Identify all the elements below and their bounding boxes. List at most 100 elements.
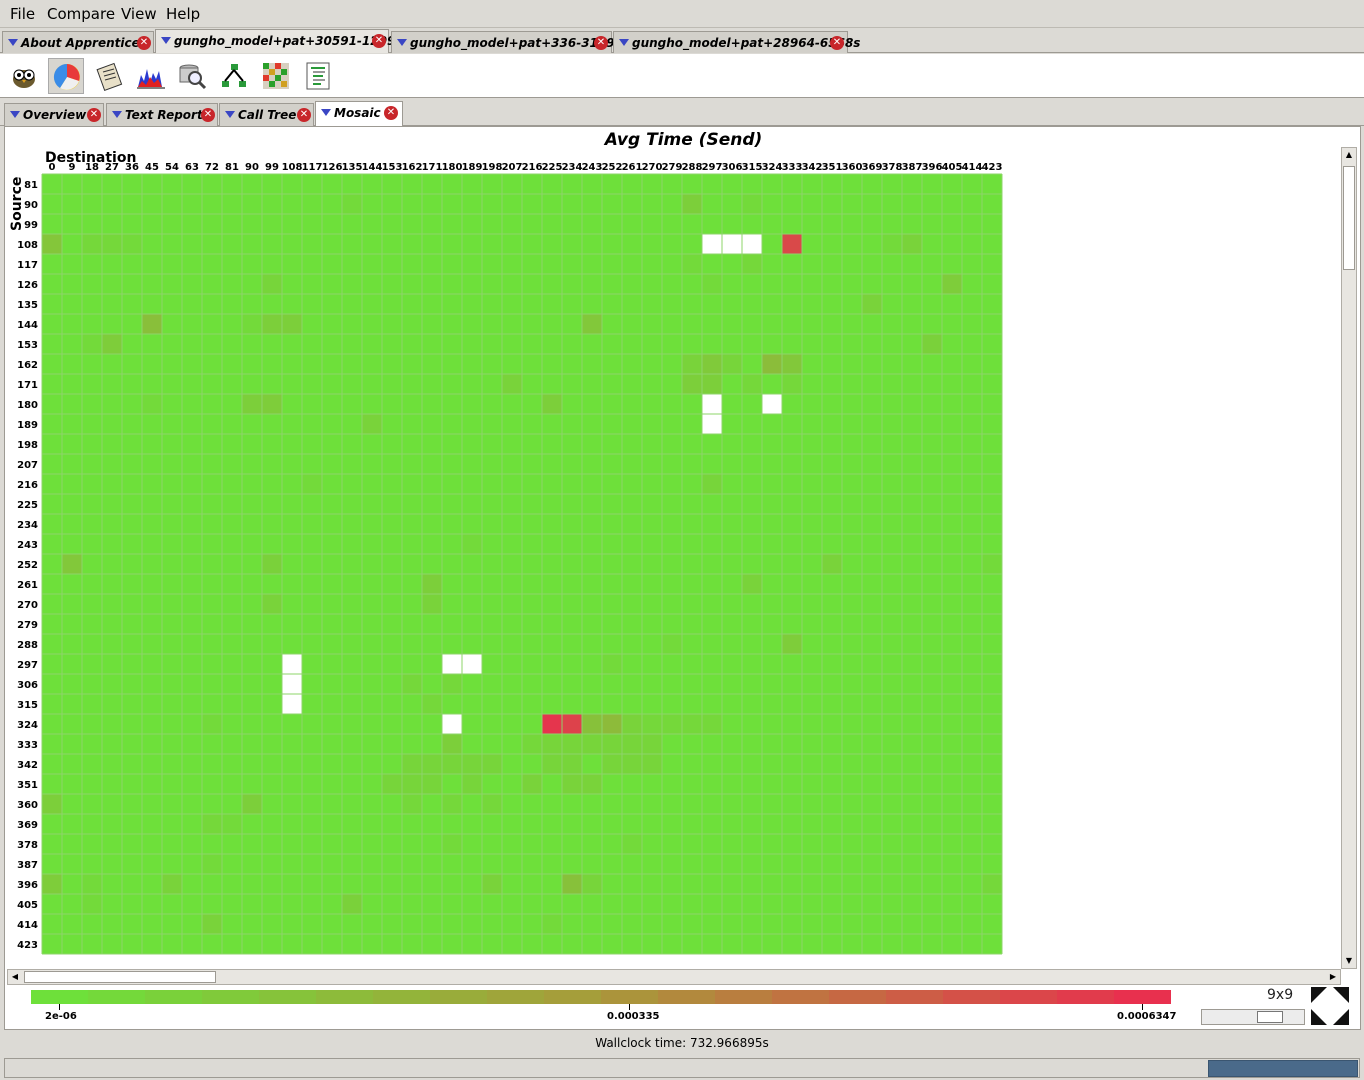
mosaic-cell[interactable]: [282, 654, 302, 674]
mosaic-cell[interactable]: [702, 474, 722, 494]
pie-chart-icon[interactable]: [48, 58, 84, 94]
scroll-left-arrow-icon[interactable]: ◀: [8, 970, 22, 984]
mosaic-cell[interactable]: [162, 874, 182, 894]
mosaic-cell[interactable]: [342, 894, 362, 914]
mosaic-cell[interactable]: [582, 734, 602, 754]
tab-menu-triangle-icon[interactable]: [8, 39, 18, 46]
mosaic-cell[interactable]: [722, 354, 742, 374]
mosaic-cell[interactable]: [562, 774, 582, 794]
mosaic-cell[interactable]: [202, 854, 222, 874]
database-search-icon[interactable]: [174, 58, 210, 94]
mosaic-cell[interactable]: [102, 234, 122, 254]
clipboard-icon[interactable]: [91, 58, 127, 94]
mosaic-cell[interactable]: [422, 694, 442, 714]
mosaic-cell[interactable]: [482, 874, 502, 894]
mosaic-cell[interactable]: [442, 714, 462, 734]
mosaic-cell[interactable]: [542, 714, 562, 734]
mosaic-cell[interactable]: [242, 794, 262, 814]
mosaic-cell[interactable]: [402, 774, 422, 794]
mosaic-cell[interactable]: [602, 734, 622, 754]
mosaic-cell[interactable]: [422, 594, 442, 614]
scroll-right-arrow-icon[interactable]: ▶: [1326, 970, 1340, 984]
mosaic-cell[interactable]: [982, 874, 1002, 894]
mosaic-cell[interactable]: [702, 354, 722, 374]
mosaic-cell[interactable]: [542, 914, 562, 934]
mosaic-cell[interactable]: [282, 314, 302, 334]
mosaic-cell[interactable]: [142, 314, 162, 334]
mosaic-cell[interactable]: [542, 394, 562, 414]
mosaic-cell[interactable]: [742, 234, 762, 254]
fit-to-window-icon[interactable]: [1309, 985, 1351, 1027]
mosaic-cell[interactable]: [742, 194, 762, 214]
mosaic-cell[interactable]: [402, 754, 422, 774]
mosaic-cell[interactable]: [622, 754, 642, 774]
mosaic-cell[interactable]: [222, 814, 242, 834]
mosaic-cell[interactable]: [442, 754, 462, 774]
mosaic-cell[interactable]: [462, 534, 482, 554]
mosaic-cell[interactable]: [922, 334, 942, 354]
tab-menu-triangle-icon[interactable]: [619, 39, 629, 46]
mosaic-cell[interactable]: [82, 894, 102, 914]
mosaic-cell[interactable]: [702, 234, 722, 254]
mosaic-cell[interactable]: [682, 194, 702, 214]
mosaic-cell[interactable]: [582, 314, 602, 334]
menu-file[interactable]: File: [10, 5, 35, 23]
mosaic-cell[interactable]: [602, 654, 622, 674]
mosaic-cell[interactable]: [562, 734, 582, 754]
mosaic-cell[interactable]: [782, 634, 802, 654]
close-icon[interactable]: ✕: [384, 106, 398, 120]
mosaic-cell[interactable]: [822, 554, 842, 574]
mosaic-cell[interactable]: [282, 674, 302, 694]
mosaic-cell[interactable]: [502, 374, 522, 394]
mosaic-cell[interactable]: [862, 294, 882, 314]
mosaic-cell[interactable]: [482, 794, 502, 814]
tab-menu-triangle-icon[interactable]: [397, 39, 407, 46]
horizontal-scrollbar[interactable]: ◀ ▶: [7, 969, 1341, 985]
scroll-up-arrow-icon[interactable]: ▲: [1342, 148, 1356, 162]
mosaic-cell[interactable]: [42, 234, 62, 254]
mosaic-cell[interactable]: [742, 374, 762, 394]
mosaic-cell[interactable]: [102, 334, 122, 354]
mosaic-cell[interactable]: [722, 234, 742, 254]
close-icon[interactable]: ✕: [201, 108, 215, 122]
mosaic-cell[interactable]: [902, 234, 922, 254]
mosaic-cell[interactable]: [442, 674, 462, 694]
mosaic-cell[interactable]: [522, 734, 542, 754]
zoom-slider[interactable]: [1201, 1009, 1305, 1025]
menu-compare[interactable]: Compare: [47, 5, 115, 23]
mosaic-cell[interactable]: [242, 314, 262, 334]
mosaic-cell[interactable]: [142, 394, 162, 414]
mosaic-cell[interactable]: [582, 874, 602, 894]
tab-about-apprentice2[interactable]: About Apprentice2 ✕: [2, 31, 154, 53]
mosaic-cell[interactable]: [382, 774, 402, 794]
mosaic-cell[interactable]: [762, 394, 782, 414]
tab-menu-triangle-icon[interactable]: [10, 111, 20, 118]
mosaic-cell[interactable]: [422, 754, 442, 774]
mosaic-cell[interactable]: [402, 794, 422, 814]
tab-menu-triangle-icon[interactable]: [161, 37, 171, 44]
call-tree-icon[interactable]: [216, 58, 252, 94]
mosaic-icon[interactable]: [258, 58, 294, 94]
mosaic-cell[interactable]: [682, 254, 702, 274]
tab-menu-triangle-icon[interactable]: [112, 111, 122, 118]
mosaic-cell[interactable]: [682, 374, 702, 394]
mosaic-cell[interactable]: [762, 354, 782, 374]
histogram-icon[interactable]: [133, 58, 169, 94]
mosaic-cell[interactable]: [302, 474, 322, 494]
menu-view[interactable]: View: [121, 5, 157, 23]
mosaic-cell[interactable]: [642, 734, 662, 754]
tab-text-report[interactable]: Text Report ✕: [106, 103, 218, 126]
scroll-down-arrow-icon[interactable]: ▼: [1342, 954, 1356, 968]
mosaic-cell[interactable]: [442, 834, 462, 854]
horizontal-scroll-thumb[interactable]: [24, 971, 216, 983]
mosaic-cell[interactable]: [702, 414, 722, 434]
mosaic-cell[interactable]: [562, 874, 582, 894]
text-report-icon[interactable]: [300, 58, 336, 94]
mosaic-cell[interactable]: [402, 674, 422, 694]
mosaic-cell[interactable]: [582, 774, 602, 794]
mosaic-cell[interactable]: [242, 394, 262, 414]
tab-menu-triangle-icon[interactable]: [321, 109, 331, 116]
mosaic-cell[interactable]: [702, 394, 722, 414]
mosaic-cell[interactable]: [622, 714, 642, 734]
mosaic-cell[interactable]: [82, 234, 102, 254]
